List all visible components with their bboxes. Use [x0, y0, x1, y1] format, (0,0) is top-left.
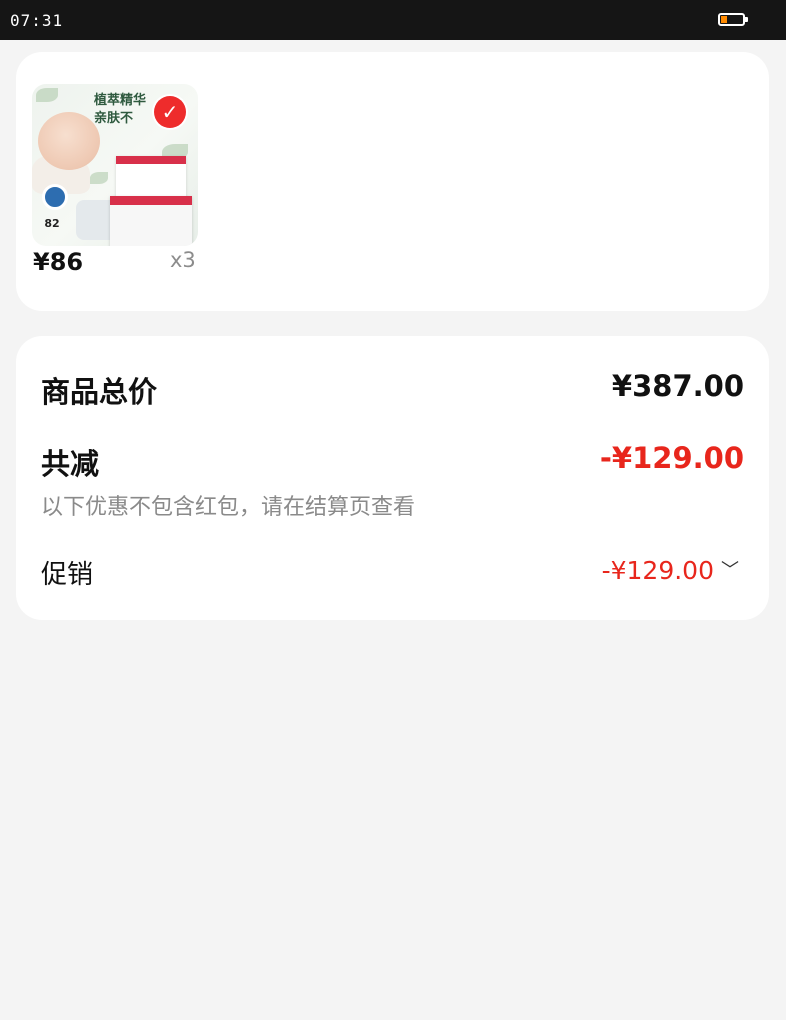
product-quantity: x3 [170, 248, 196, 272]
image-slogan-line1: 植萃精华 [94, 93, 147, 108]
battery-tip [745, 17, 748, 22]
price-summary-card: 商品总价 ¥387.00 共减 -¥129.00 以下优惠不包含红包，请在结算页… [16, 336, 769, 620]
certification-badge [42, 184, 68, 210]
image-stat: 82 [44, 217, 60, 230]
leaf-decoration [36, 88, 58, 102]
discount-value: -¥129.00 [599, 441, 744, 475]
status-time: 07:31 [10, 11, 64, 30]
battery-level [721, 16, 727, 23]
baby-figure [38, 112, 100, 170]
battery-icon [718, 13, 745, 26]
image-slogan: 植萃精华 亲肤不 [94, 92, 146, 128]
leaf-decoration [90, 172, 108, 184]
promotion-label: 促销 [41, 560, 94, 590]
discount-note: 以下优惠不包含红包，请在结算页查看 [41, 495, 416, 520]
total-price-label: 商品总价 [41, 375, 158, 409]
image-slogan-line2: 亲肤不 [94, 111, 134, 126]
discount-label: 共减 [41, 447, 100, 481]
selected-check-icon[interactable]: ✓ [154, 96, 186, 128]
promotion-value: -¥129.00 [601, 556, 714, 585]
chevron-down-icon[interactable]: ﹀ [721, 556, 739, 582]
product-box [110, 196, 192, 246]
product-price: ¥86 [33, 248, 84, 276]
total-price-value: ¥387.00 [611, 369, 744, 403]
product-card: 植萃精华 亲肤不 82 ✓ ¥86 x3 [16, 52, 769, 311]
status-bar: 07:31 [0, 0, 786, 40]
product-image[interactable]: 植萃精华 亲肤不 82 ✓ [32, 84, 198, 246]
